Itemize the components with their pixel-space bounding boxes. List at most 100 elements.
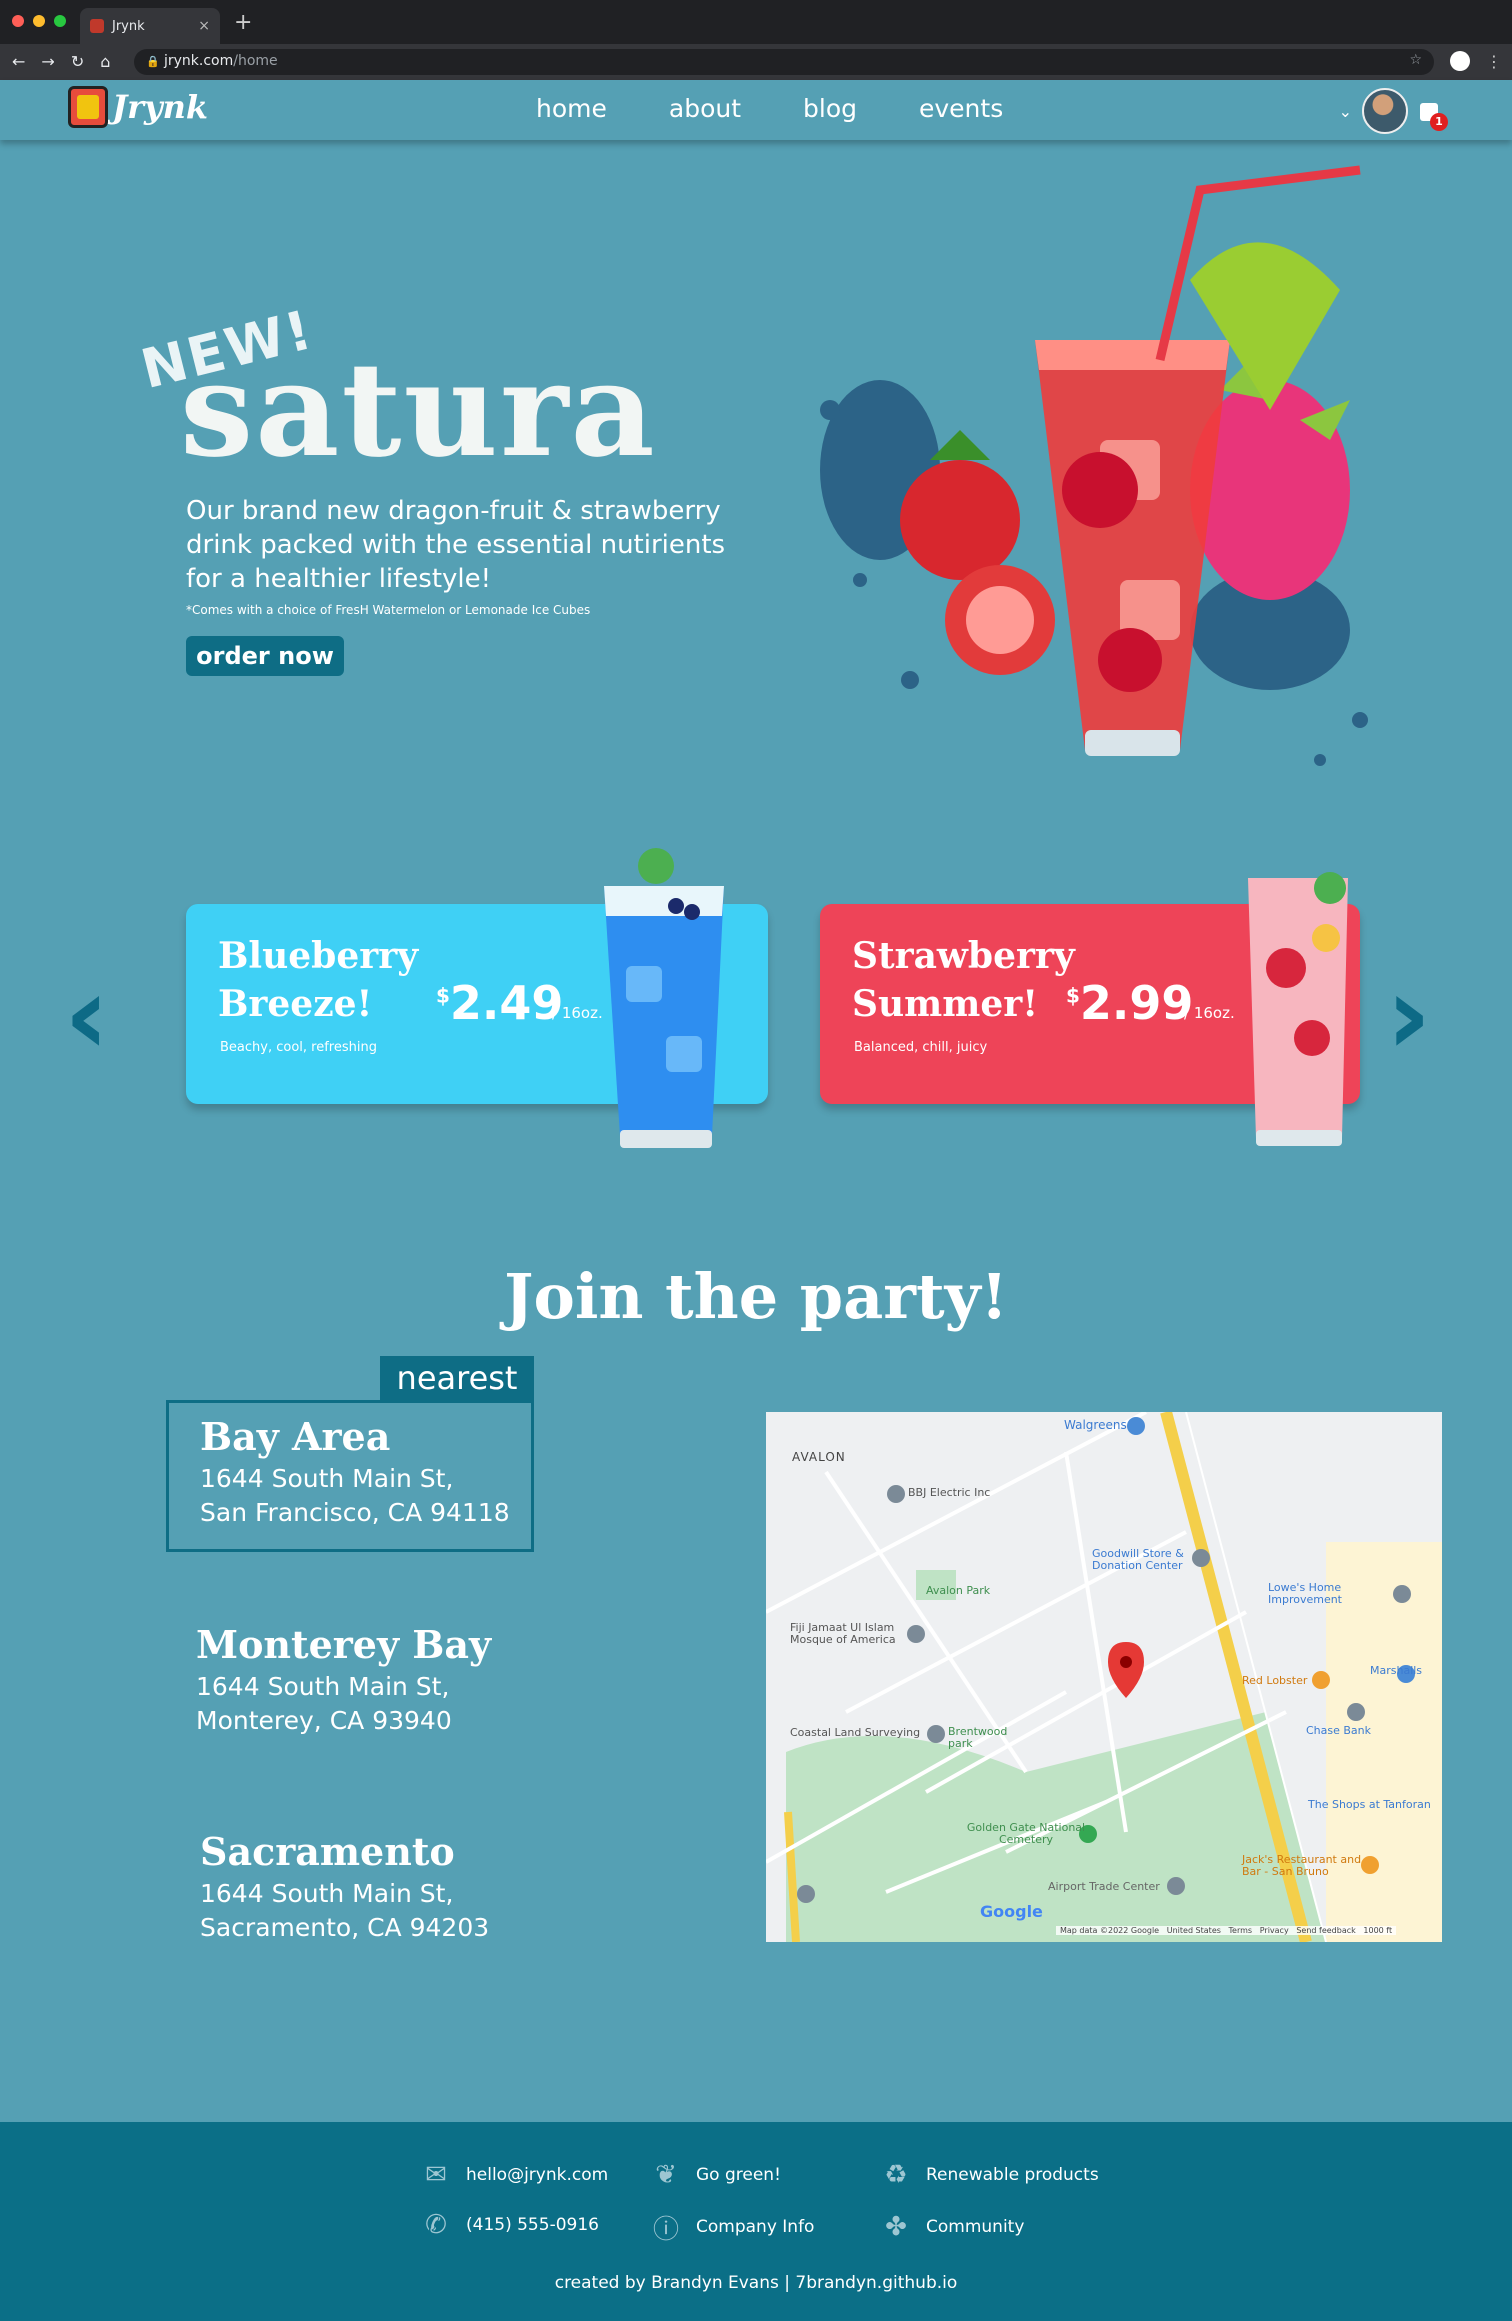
product-price: $2.99 <box>1066 976 1193 1030</box>
strawberry-drink-image <box>1248 872 1348 1146</box>
hero-note: *Comes with a choice of FresH Watermelon… <box>186 603 591 617</box>
pinwheel-icon: ✤ <box>885 2212 907 2242</box>
favicon-icon <box>90 19 104 33</box>
chevron-down-icon[interactable]: ⌄ <box>1339 102 1352 121</box>
new-tab-button[interactable]: + <box>234 10 252 35</box>
price-value: 2.49 <box>449 976 564 1030</box>
nav-home[interactable]: home <box>536 94 607 123</box>
brand-logo[interactable]: Jrynk <box>68 86 208 128</box>
footer-email-text: hello@jrynk.com <box>466 2165 609 2185</box>
location-street: 1644 South Main St, <box>200 1464 454 1493</box>
maximize-window-button[interactable] <box>54 15 66 27</box>
browser-tab[interactable]: Jrynk × <box>80 8 220 44</box>
google-logo: Google <box>980 1902 1043 1921</box>
reload-icon[interactable]: ↻ <box>71 52 84 71</box>
location-sacramento[interactable]: Sacramento 1644 South Main St, Sacrament… <box>200 1827 489 1945</box>
map-label-lowes[interactable]: Lowe's Home Improvement <box>1268 1582 1388 1606</box>
browser-nav-buttons: ← → ↻ ⌂ <box>12 52 110 71</box>
hero-drink-image <box>820 165 1368 766</box>
map-label-golden-gate[interactable]: Golden Gate National Cemetery <box>966 1822 1086 1846</box>
strawberry-icon <box>900 460 1020 580</box>
footer-community[interactable]: ✤ Community <box>878 2212 1024 2242</box>
address-bar[interactable]: 🔒 jrynk.com/home ☆ <box>134 49 1434 75</box>
map-label-bbj[interactable]: BBJ Electric Inc <box>908 1486 990 1499</box>
currency-symbol: $ <box>436 983 450 1008</box>
location-map[interactable]: AVALON Walgreens BBJ Electric Inc Goodwi… <box>766 1412 1442 1942</box>
avatar[interactable] <box>1362 88 1408 134</box>
info-icon: ⓘ <box>652 2214 679 2245</box>
browser-titlebar: Jrynk × + <box>0 0 1512 44</box>
glass-icon <box>1035 340 1230 756</box>
close-tab-icon[interactable]: × <box>198 18 210 34</box>
footer-phone-text: (415) 555-0916 <box>466 2215 599 2235</box>
map-label-shops[interactable]: The Shops at Tanforan <box>1308 1798 1431 1811</box>
currency-symbol: $ <box>1066 983 1080 1008</box>
product-price: $2.49 <box>436 976 563 1030</box>
product-name-line2: Breeze! <box>218 983 373 1025</box>
mail-icon: ✉ <box>425 2160 447 2190</box>
bookmark-star-icon[interactable]: ☆ <box>1409 52 1422 68</box>
map-label-goodwill[interactable]: Goodwill Store & Donation Center <box>1092 1548 1202 1572</box>
footer-go-green-text: Go green! <box>696 2165 781 2185</box>
window-controls <box>12 15 66 27</box>
map-attribution[interactable]: Map data ©2022 Google United States Term… <box>1056 1926 1397 1935</box>
map-label-walgreens[interactable]: Walgreens <box>1064 1418 1127 1432</box>
lock-icon: 🔒 <box>146 55 160 68</box>
location-city: San Francisco, CA 94118 <box>200 1498 510 1527</box>
nav-about[interactable]: about <box>669 94 741 123</box>
product-unit: / 16oz. <box>1184 1004 1235 1022</box>
product-name-line1: Blueberry <box>218 935 419 977</box>
map-label-fiji[interactable]: Fiji Jamaat Ul Islam Mosque of America <box>790 1622 918 1646</box>
forward-icon[interactable]: → <box>41 52 54 71</box>
cart-count-badge: 1 <box>1430 113 1448 131</box>
nav-blog[interactable]: blog <box>803 94 857 123</box>
location-street: 1644 South Main St, <box>196 1672 450 1701</box>
map-label-jacks[interactable]: Jack's Restaurant and Bar - San Bruno <box>1242 1854 1366 1878</box>
browser-menu-icon[interactable]: ⋮ <box>1486 52 1502 71</box>
footer-email[interactable]: ✉ hello@jrynk.com <box>418 2160 608 2190</box>
footer-phone[interactable]: ✆ (415) 555-0916 <box>418 2210 599 2240</box>
map-label-coastal[interactable]: Coastal Land Surveying <box>790 1726 920 1739</box>
location-city: Sacramento, CA 94203 <box>200 1913 490 1942</box>
location-street: 1644 South Main St, <box>200 1879 454 1908</box>
home-icon[interactable]: ⌂ <box>100 52 110 71</box>
extension-icon[interactable] <box>1450 51 1470 71</box>
carousel-next-arrow[interactable]: › <box>1386 960 1431 1070</box>
map-label-avalon-park[interactable]: Avalon Park <box>926 1584 990 1597</box>
nav-events[interactable]: events <box>919 94 1003 123</box>
hero-title: satura <box>180 333 657 486</box>
footer-renewable-text: Renewable products <box>926 2165 1099 2185</box>
location-bay-area[interactable]: Bay Area 1644 South Main St, San Francis… <box>200 1412 510 1530</box>
product-name: Strawberry Summer! <box>852 932 1075 1028</box>
cart-button[interactable]: 1 <box>1418 97 1448 131</box>
map-label-airport[interactable]: Airport Trade Center <box>1048 1880 1160 1893</box>
map-label-marshalls[interactable]: Marshalls <box>1370 1664 1422 1677</box>
location-monterey-bay[interactable]: Monterey Bay 1644 South Main St, Montere… <box>196 1620 491 1738</box>
hero-description: Our brand new dragon-fruit & strawberry … <box>186 496 726 594</box>
close-window-button[interactable] <box>12 15 24 27</box>
location-name: Bay Area <box>200 1414 391 1459</box>
order-now-button[interactable]: order now <box>186 636 344 676</box>
url-host: jrynk.com <box>164 53 234 69</box>
footer-company-info[interactable]: ⓘ Company Info <box>648 2212 814 2245</box>
minimize-window-button[interactable] <box>33 15 45 27</box>
footer-credit[interactable]: created by Brandyn Evans | 7brandyn.gith… <box>0 2273 1512 2293</box>
browser-toolbar: ← → ↻ ⌂ 🔒 jrynk.com/home ☆ ⋮ <box>0 44 1512 80</box>
map-label-brentwood[interactable]: Brentwood park <box>948 1726 1018 1750</box>
product-tagline: Balanced, chill, juicy <box>854 1040 988 1055</box>
map-label-chase[interactable]: Chase Bank <box>1306 1724 1371 1737</box>
carousel-prev-arrow[interactable]: ‹ <box>64 960 109 1070</box>
location-city: Monterey, CA 93940 <box>196 1706 452 1735</box>
footer-renewable[interactable]: ♻ Renewable products <box>878 2160 1099 2190</box>
footer-go-green[interactable]: ❦ Go green! <box>648 2160 781 2190</box>
map-label-red-lobster[interactable]: Red Lobster <box>1242 1674 1307 1687</box>
product-tagline: Beachy, cool, refreshing <box>220 1040 377 1055</box>
phone-icon: ✆ <box>425 2210 447 2240</box>
back-icon[interactable]: ← <box>12 52 25 71</box>
product-name-line1: Strawberry <box>852 935 1075 977</box>
location-name: Monterey Bay <box>196 1622 492 1667</box>
blueberry-drink-image <box>604 848 724 1148</box>
map-label-avalon: AVALON <box>792 1450 846 1464</box>
location-name: Sacramento <box>200 1829 455 1874</box>
url-path: /home <box>233 53 278 69</box>
